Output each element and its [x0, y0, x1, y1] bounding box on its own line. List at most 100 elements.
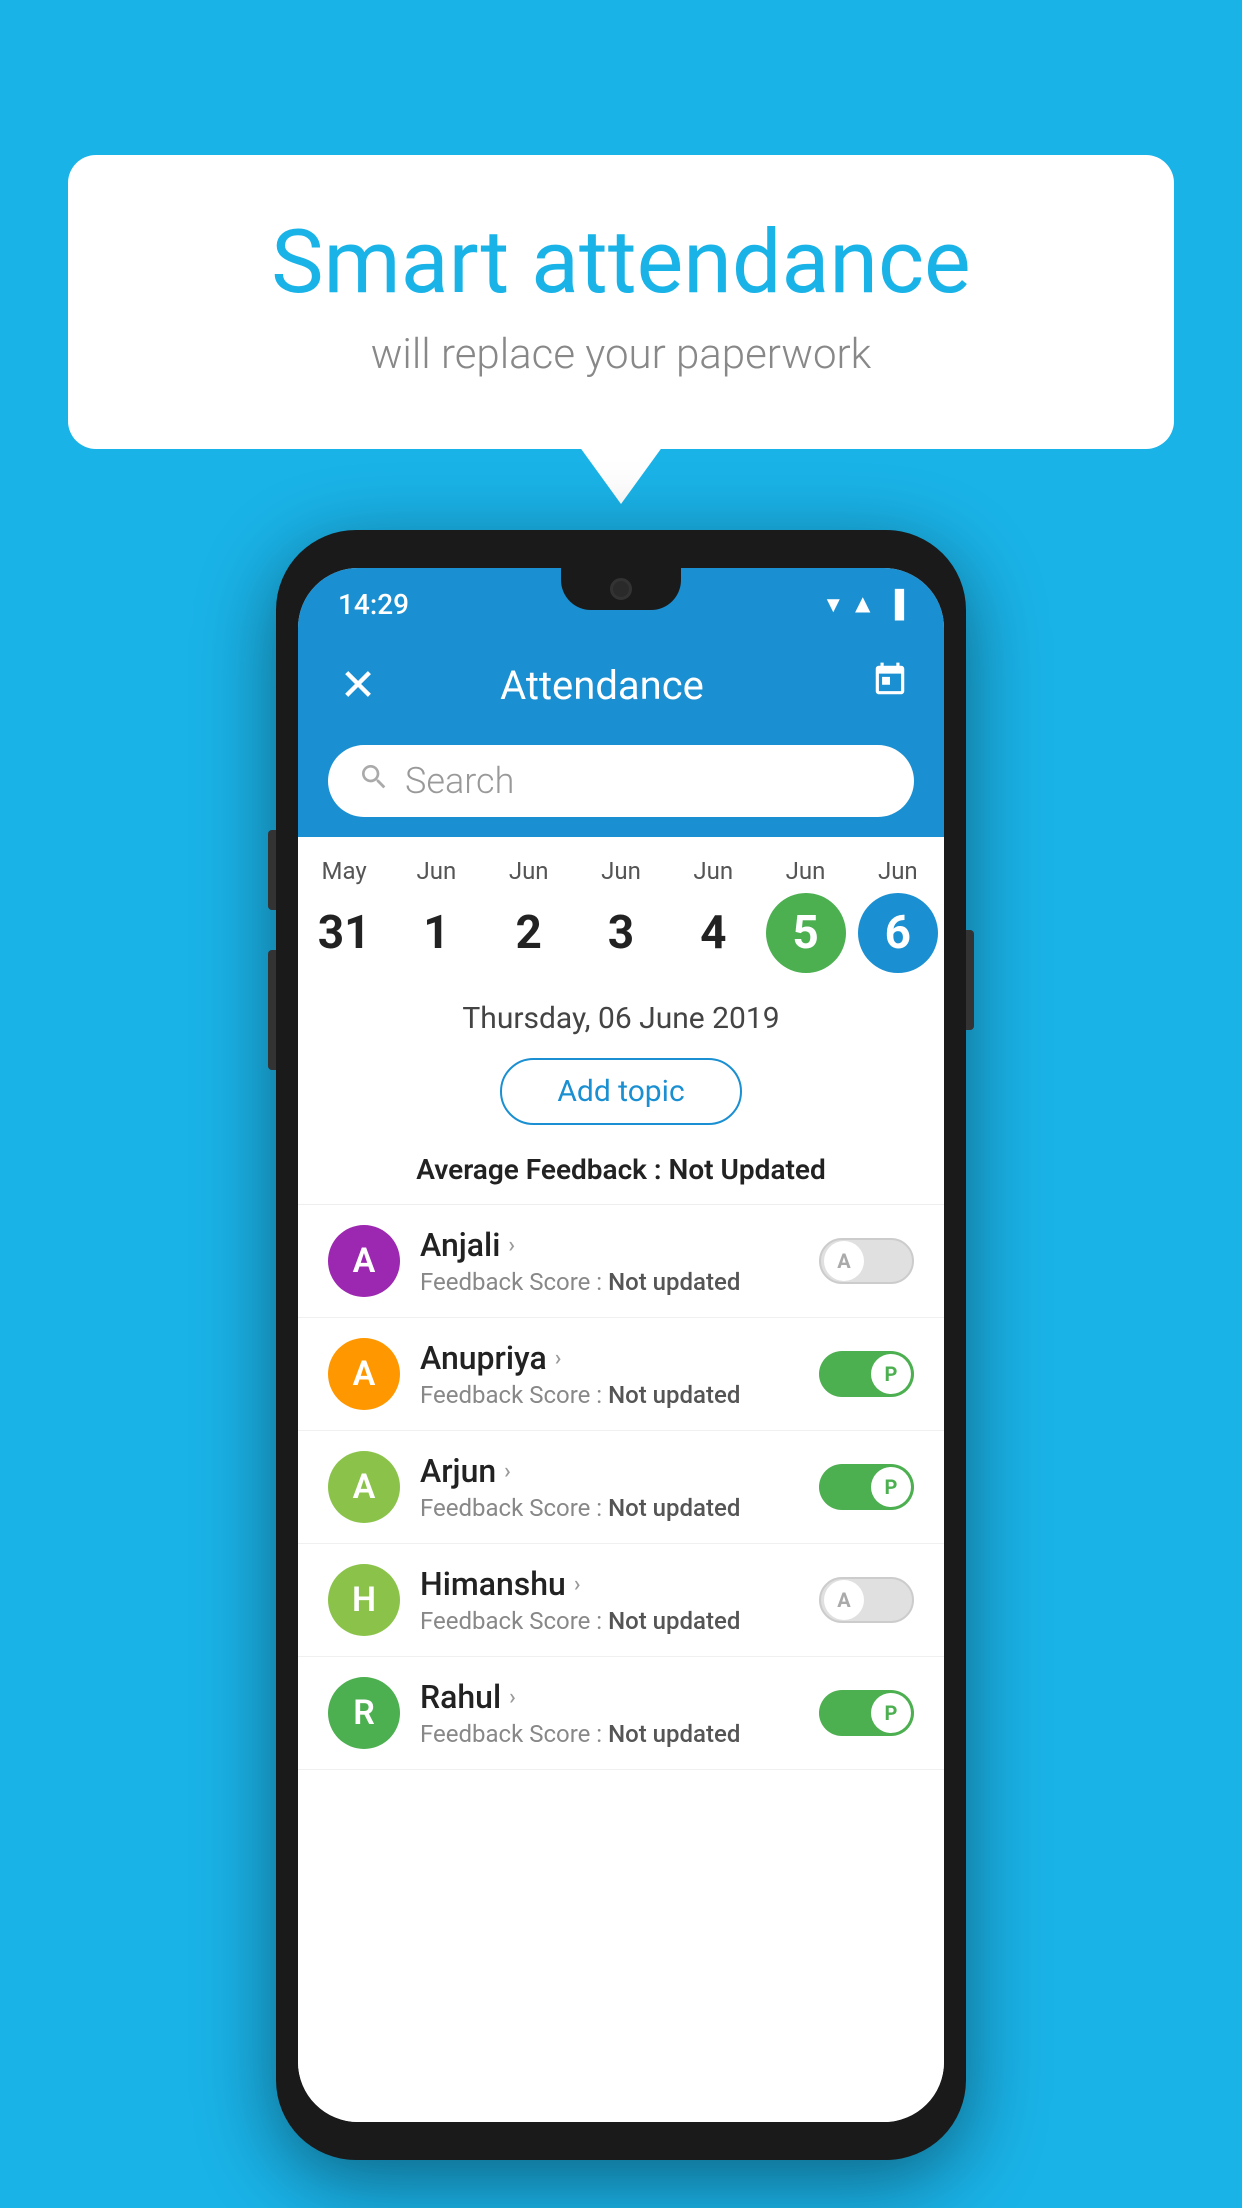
feedback-info: Average Feedback : Not Updated [298, 1145, 944, 1205]
student-avatar: H [328, 1564, 400, 1636]
student-score: Feedback Score : Not updated [420, 1268, 799, 1296]
cal-month: Jun [601, 857, 641, 885]
calendar-strip: May 31 Jun 1 Jun 2 Jun 3 Jun 4 Jun 5 Jun… [298, 837, 944, 983]
chevron-right-icon: › [504, 1459, 511, 1484]
chevron-right-icon: › [574, 1572, 581, 1597]
calendar-day-6[interactable]: Jun 6 [853, 857, 943, 973]
search-bar[interactable]: Search [328, 745, 914, 817]
app-bar: ✕ Attendance [298, 640, 944, 730]
add-topic-container: Add topic [298, 1044, 944, 1145]
student-info: Anupriya › Feedback Score : Not updated [420, 1339, 799, 1409]
calendar-day-4[interactable]: Jun 4 [668, 857, 758, 973]
attendance-toggle-container[interactable]: P [819, 1351, 914, 1397]
status-icons: ▾ ▲ ▐ [827, 589, 904, 620]
screen-content: 14:29 ▾ ▲ ▐ ✕ Attendance [298, 568, 944, 2122]
calendar-day-1[interactable]: Jun 1 [391, 857, 481, 973]
search-container: Search [298, 730, 944, 837]
student-score: Feedback Score : Not updated [420, 1607, 799, 1635]
attendance-toggle[interactable]: A [819, 1238, 914, 1284]
average-feedback-label: Average Feedback : [416, 1153, 668, 1186]
student-name: Arjun › [420, 1452, 799, 1490]
average-feedback-value: Not Updated [669, 1153, 826, 1186]
student-name: Anupriya › [420, 1339, 799, 1377]
add-topic-button[interactable]: Add topic [500, 1058, 741, 1125]
cal-date: 6 [858, 893, 938, 973]
student-score: Feedback Score : Not updated [420, 1381, 799, 1409]
student-avatar: A [328, 1338, 400, 1410]
toggle-knob: P [871, 1354, 911, 1394]
student-list: A Anjali › Feedback Score : Not updated … [298, 1205, 944, 2122]
student-info: Himanshu › Feedback Score : Not updated [420, 1565, 799, 1635]
toggle-knob: P [871, 1467, 911, 1507]
volume-down-button [268, 950, 276, 1070]
calendar-day-5[interactable]: Jun 5 [761, 857, 851, 973]
student-score: Feedback Score : Not updated [420, 1720, 799, 1748]
student-item[interactable]: A Anjali › Feedback Score : Not updated … [298, 1205, 944, 1318]
attendance-toggle-container[interactable]: P [819, 1690, 914, 1736]
bubble-subtitle: will replace your paperwork [148, 330, 1094, 379]
status-time: 14:29 [338, 588, 409, 621]
phone-container: 14:29 ▾ ▲ ▐ ✕ Attendance [276, 530, 966, 2160]
toggle-knob: A [824, 1241, 864, 1281]
average-feedback-text: Average Feedback : Not Updated [416, 1153, 825, 1186]
attendance-toggle[interactable]: A [819, 1577, 914, 1623]
bubble-title: Smart attendance [148, 215, 1094, 312]
phone-frame: 14:29 ▾ ▲ ▐ ✕ Attendance [276, 530, 966, 2160]
cal-month: Jun [693, 857, 733, 885]
speech-bubble: Smart attendance will replace your paper… [68, 155, 1174, 449]
student-item[interactable]: H Himanshu › Feedback Score : Not update… [298, 1544, 944, 1657]
cal-date: 1 [396, 893, 476, 973]
attendance-toggle[interactable]: P [819, 1690, 914, 1736]
phone-screen: 14:29 ▾ ▲ ▐ ✕ Attendance [298, 568, 944, 2122]
calendar-icon[interactable] [871, 661, 909, 709]
volume-up-button [268, 830, 276, 910]
attendance-toggle-container[interactable]: A [819, 1577, 914, 1623]
attendance-toggle[interactable]: P [819, 1464, 914, 1510]
calendar-day-3[interactable]: Jun 3 [576, 857, 666, 973]
student-item[interactable]: R Rahul › Feedback Score : Not updated P [298, 1657, 944, 1770]
selected-date-text: Thursday, 06 June 2019 [462, 1001, 779, 1036]
chevron-right-icon: › [555, 1346, 562, 1371]
wifi-icon: ▾ [827, 589, 840, 619]
student-score: Feedback Score : Not updated [420, 1494, 799, 1522]
search-icon [358, 761, 390, 802]
cal-date: 31 [304, 893, 384, 973]
signal-icon: ▲ [850, 589, 876, 620]
calendar-day-2[interactable]: Jun 2 [484, 857, 574, 973]
attendance-toggle-container[interactable]: A [819, 1238, 914, 1284]
student-item[interactable]: A Anupriya › Feedback Score : Not update… [298, 1318, 944, 1431]
cal-month: Jun [878, 857, 918, 885]
chevron-right-icon: › [509, 1685, 516, 1710]
cal-date: 2 [489, 893, 569, 973]
student-info: Rahul › Feedback Score : Not updated [420, 1678, 799, 1748]
student-avatar: A [328, 1451, 400, 1523]
student-avatar: A [328, 1225, 400, 1297]
attendance-toggle[interactable]: P [819, 1351, 914, 1397]
app-bar-title: Attendance [333, 662, 871, 709]
cal-month: May [322, 857, 367, 885]
speech-bubble-container: Smart attendance will replace your paper… [68, 155, 1174, 449]
cal-month: Jun [509, 857, 549, 885]
student-item[interactable]: A Arjun › Feedback Score : Not updated P [298, 1431, 944, 1544]
toggle-knob: A [824, 1580, 864, 1620]
search-input[interactable]: Search [405, 760, 514, 802]
cal-date: 4 [673, 893, 753, 973]
date-display: Thursday, 06 June 2019 [298, 983, 944, 1044]
student-name: Anjali › [420, 1226, 799, 1264]
student-name: Himanshu › [420, 1565, 799, 1603]
toggle-knob: P [871, 1693, 911, 1733]
student-avatar: R [328, 1677, 400, 1749]
cal-date: 5 [766, 893, 846, 973]
student-info: Arjun › Feedback Score : Not updated [420, 1452, 799, 1522]
power-button [966, 930, 974, 1030]
student-info: Anjali › Feedback Score : Not updated [420, 1226, 799, 1296]
cal-month: Jun [417, 857, 457, 885]
cal-month: Jun [786, 857, 826, 885]
cal-date: 3 [581, 893, 661, 973]
calendar-day-0[interactable]: May 31 [299, 857, 389, 973]
phone-notch [561, 568, 681, 610]
student-name: Rahul › [420, 1678, 799, 1716]
camera [610, 578, 632, 600]
battery-icon: ▐ [886, 589, 904, 620]
attendance-toggle-container[interactable]: P [819, 1464, 914, 1510]
